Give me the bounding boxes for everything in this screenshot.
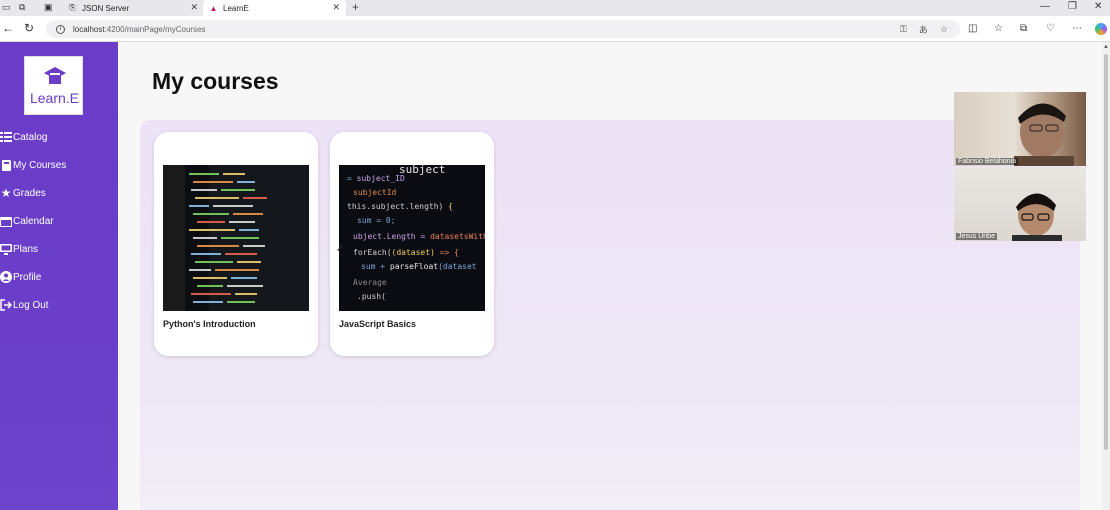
code-screen-image: = subject_ID subject subjectId this.subj… <box>339 165 485 311</box>
refresh-icon[interactable]: ↻ <box>24 21 34 35</box>
sidebar-item-grades[interactable]: ★ Grades <box>0 183 46 203</box>
star-icon: ★ <box>0 186 12 200</box>
page-title: My courses <box>152 68 279 94</box>
book-icon <box>0 159 12 171</box>
sidebar-item-label: Calendar <box>13 215 54 227</box>
sidebar-item-label: Log Out <box>13 299 49 311</box>
sidebar-item-plans[interactable]: Plans <box>0 239 38 259</box>
logo-text: Learn.E <box>29 90 80 106</box>
tab-title: JSON Server <box>82 3 130 13</box>
close-icon[interactable]: ✕ <box>332 2 340 13</box>
url-path: :4200/mainPage/myCourses <box>104 24 206 34</box>
participant-video <box>1014 103 1074 166</box>
split-screen-icon[interactable]: ◫ <box>968 23 977 34</box>
browser-essentials-icon[interactable]: ♡ <box>1046 23 1055 34</box>
address-bar-row: ← ↻ i localhost:4200/mainPage/myCourses … <box>0 16 1110 42</box>
page-icon: ⎘ <box>69 3 76 12</box>
participant-name: Jesus Uribe <box>956 233 997 240</box>
collections-icon[interactable]: ⧉ <box>1020 23 1027 34</box>
new-tab-button[interactable]: + <box>352 0 359 14</box>
sidebar-item-calendar[interactable]: Calendar <box>0 211 54 231</box>
mouse-cursor-icon: ➚ <box>336 243 345 254</box>
list-icon <box>0 131 12 143</box>
sidebar-item-catalog[interactable]: Catalog <box>0 127 47 147</box>
course-card-javascript[interactable]: = subject_ID subject subjectId this.subj… <box>330 132 494 356</box>
svg-text:.push(: .push( <box>357 292 386 301</box>
workspaces-icon[interactable]: ▭ <box>2 2 11 13</box>
logout-icon <box>0 299 12 311</box>
user-icon <box>0 271 12 283</box>
svg-text:ubject.Length = datasetsWithS: ubject.Length = datasetsWithS <box>353 232 485 241</box>
courses-panel: Python's Introduction = subject_ID subje… <box>140 120 1080 510</box>
window-close-icon[interactable]: ✕ <box>1094 1 1102 12</box>
key-icon[interactable]: ⚿ <box>900 24 907 35</box>
course-card-python[interactable]: Python's Introduction <box>154 132 318 356</box>
sidebar: Learn.E Catalog My Courses ★ Grades Cale… <box>0 42 118 510</box>
sidebar-item-my-courses[interactable]: My Courses <box>0 155 66 175</box>
url-host: localhost <box>73 24 105 34</box>
sidebar-item-profile[interactable]: Profile <box>0 267 41 287</box>
favorites-icon[interactable]: ☆ <box>994 23 1003 34</box>
sidebar-item-label: Profile <box>13 271 42 283</box>
browser-tab-bar: ▭ ⧉ ▣ ⎘ JSON Server ✕ ▲ LearnE ✕ + — ❐ ✕ <box>0 0 1110 16</box>
info-icon[interactable]: i <box>56 24 65 34</box>
tab-json-server[interactable]: ⎘ JSON Server ✕ <box>62 0 204 16</box>
sidebar-item-label: My Courses <box>13 159 67 171</box>
sidebar-item-logout[interactable]: Log Out <box>0 295 49 315</box>
scrollbar-thumb[interactable] <box>1104 54 1108 450</box>
svg-text:sum + parseFloat(dataset: sum + parseFloat(dataset <box>361 262 477 271</box>
svg-text:Average: Average <box>353 278 387 287</box>
logo[interactable]: Learn.E <box>24 56 83 115</box>
course-thumbnail: = subject_ID subject subjectId this.subj… <box>339 165 485 311</box>
calendar-icon <box>0 215 12 227</box>
participant-name: Fabrisio Belahonia <box>956 158 1018 165</box>
tab-actions-icon[interactable]: ▣ <box>44 2 53 13</box>
back-icon[interactable]: ← <box>2 21 14 35</box>
svg-text:subjectId: subjectId <box>353 188 397 197</box>
url-field[interactable]: i localhost:4200/mainPage/myCourses ⚿ あ … <box>46 20 960 38</box>
scroll-up-icon[interactable]: ▲ <box>1103 44 1109 50</box>
tab-title: LearnE <box>223 3 249 13</box>
angular-icon: ▲ <box>209 3 218 13</box>
course-title: JavaScript Basics <box>339 319 417 329</box>
tab-learne[interactable]: ▲ LearnE ✕ <box>203 0 346 16</box>
video-tile-jesus[interactable]: Jesus Uribe <box>954 167 1086 241</box>
sidebar-item-label: Plans <box>13 243 39 255</box>
svg-text:this.subject.length) {: this.subject.length) { <box>347 202 453 211</box>
restore-icon[interactable]: ❐ <box>1068 1 1077 12</box>
svg-text:forEach((dataset) => {: forEach((dataset) => { <box>353 248 459 257</box>
favorite-star-icon[interactable]: ☆ <box>940 24 948 35</box>
sidebar-item-label: Grades <box>13 187 46 199</box>
sidebar-item-label: Catalog <box>13 131 48 143</box>
svg-text:subject: subject <box>399 165 445 176</box>
course-thumbnail <box>163 165 309 311</box>
collections-icon[interactable]: ⧉ <box>19 2 25 13</box>
copilot-icon[interactable] <box>1095 23 1107 35</box>
code-screen-image <box>163 165 309 311</box>
minimize-icon[interactable]: — <box>1040 1 1050 12</box>
close-icon[interactable]: ✕ <box>190 2 198 13</box>
course-title: Python's Introduction <box>163 319 256 329</box>
graduation-cap-icon <box>44 67 66 84</box>
translate-icon[interactable]: あ <box>919 23 928 36</box>
participant-video <box>1012 193 1062 241</box>
page-scrollbar[interactable]: ▲ <box>1102 42 1110 510</box>
more-icon[interactable]: ⋯ <box>1072 23 1082 34</box>
monitor-icon <box>0 243 12 255</box>
svg-text:= subject_ID: = subject_ID <box>347 174 405 183</box>
video-tile-fabrisio[interactable]: Fabrisio Belahonia <box>954 92 1086 166</box>
svg-text:sum = 0;: sum = 0; <box>357 216 396 225</box>
